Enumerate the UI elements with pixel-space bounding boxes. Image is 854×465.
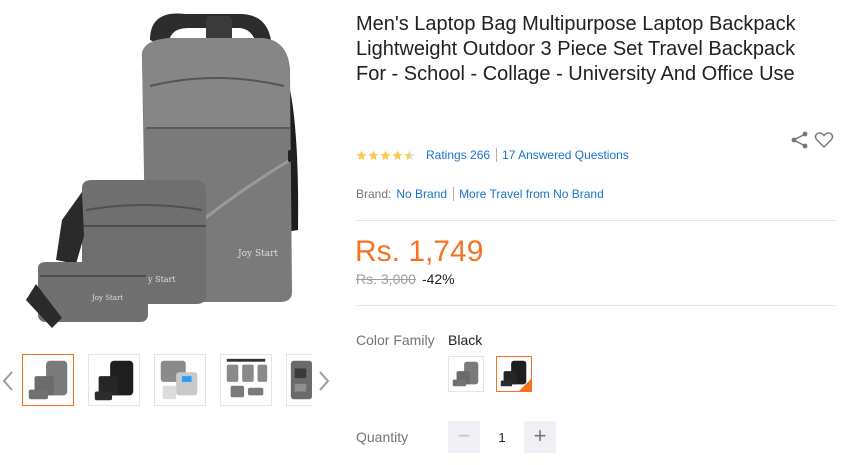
svg-text:Joy Start: Joy Start	[91, 294, 123, 302]
star-half-icon	[404, 149, 415, 160]
share-icon[interactable]	[790, 130, 810, 150]
swatch-grey[interactable]	[448, 356, 484, 392]
ratings-row: Ratings 266 17 Answered Questions	[356, 146, 629, 164]
star-icon	[356, 149, 367, 160]
product-info: Men's Laptop Bag Multipurpose Laptop Bac…	[356, 12, 836, 87]
divider	[453, 187, 455, 201]
questions-link[interactable]: 17 Answered Questions	[502, 148, 629, 162]
brand-link[interactable]: No Brand	[396, 187, 447, 201]
quantity-increase-button[interactable]: +	[524, 421, 556, 453]
selected-check-icon	[519, 379, 531, 391]
main-product-image[interactable]: Joy Start Joy Start Joy Start	[0, 0, 336, 340]
quantity-label: Quantity	[356, 429, 409, 445]
product-title: Men's Laptop Bag Multipurpose Laptop Bac…	[356, 13, 796, 85]
thumbnail-strip	[0, 346, 336, 416]
quantity-input[interactable]	[480, 421, 524, 453]
thumbnail-detail[interactable]	[286, 354, 312, 406]
quantity-decrease-button[interactable]: −	[448, 421, 480, 453]
swatch-black[interactable]	[496, 356, 532, 392]
thumbnail-viewport	[20, 354, 312, 408]
more-from-brand-link[interactable]: More Travel from No Brand	[459, 187, 604, 201]
ratings-link[interactable]: Ratings 266	[426, 148, 490, 162]
selected-color: Black	[448, 332, 483, 348]
thumbnail-usb-feature[interactable]	[154, 354, 206, 406]
star-icon	[380, 149, 391, 160]
star-icon	[392, 149, 403, 160]
original-price: Rs. 3,000	[356, 271, 416, 287]
thumbnail-dimensions[interactable]	[220, 354, 272, 406]
brand-print-main: Joy Start	[237, 249, 278, 259]
section-divider	[356, 220, 836, 221]
section-divider	[356, 305, 836, 306]
divider	[496, 148, 498, 162]
chevron-right-icon[interactable]	[316, 368, 332, 394]
share-wishlist-group	[790, 130, 836, 152]
star-icon	[368, 149, 379, 160]
current-price: Rs. 1,749	[355, 235, 484, 268]
rating-stars	[356, 149, 416, 161]
color-swatches	[448, 356, 544, 392]
backpack-set-image: Joy Start Joy Start Joy Start	[26, 13, 299, 328]
thumbnail-grey-set[interactable]	[22, 354, 74, 406]
discount-badge: -42%	[421, 271, 455, 287]
thumbnail-black-set[interactable]	[88, 354, 140, 406]
brand-label: Brand:	[356, 187, 392, 201]
color-family-row: Color Family Black	[356, 332, 482, 348]
heart-icon[interactable]	[814, 130, 834, 150]
price-details: Rs. 3,000 -42%	[356, 271, 455, 287]
chevron-left-icon[interactable]	[0, 368, 16, 394]
color-family-label: Color Family	[356, 332, 435, 348]
brand-row: Brand: No Brand More Travel from No Bran…	[356, 187, 604, 201]
